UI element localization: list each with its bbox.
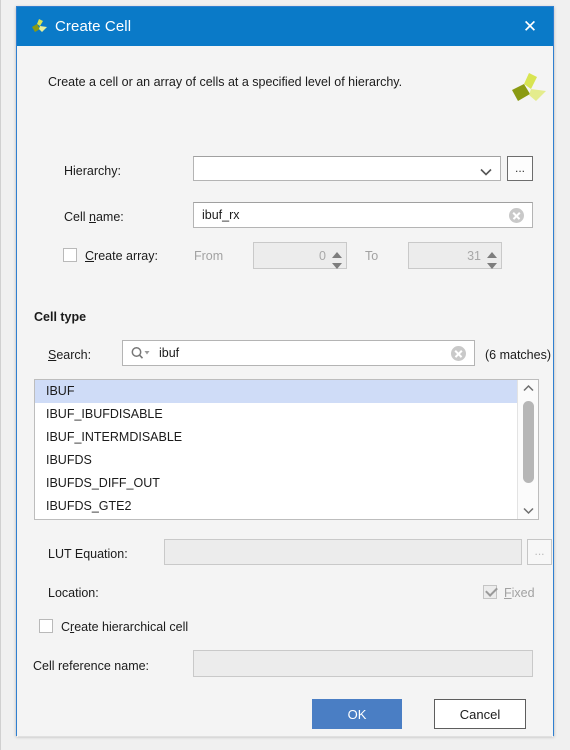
- create-hierarchical-cell-checkbox[interactable]: [39, 619, 53, 633]
- spinner-up-icon[interactable]: [331, 246, 343, 258]
- list-item[interactable]: IBUFDS_GTE2: [35, 495, 517, 518]
- dialog-body: Create a cell or an array of cells at a …: [17, 46, 553, 737]
- vivado-logo-large-icon: [508, 70, 548, 110]
- list-item[interactable]: IBUFDS: [35, 449, 517, 472]
- array-from-spinner[interactable]: 0: [253, 242, 347, 269]
- array-to-spinner[interactable]: 31: [408, 242, 502, 269]
- create-array-label-mnemonic: C: [85, 249, 95, 263]
- create-hierarchical-cell-label: Create hierarchical cell: [61, 620, 188, 634]
- search-label: Search:: [48, 348, 91, 362]
- clear-circle-icon[interactable]: [509, 208, 524, 223]
- cell-name-label-mnemonic: n: [89, 210, 96, 224]
- create-array-checkbox[interactable]: [63, 248, 77, 262]
- chevron-down-icon[interactable]: [518, 502, 538, 519]
- create-cell-dialog: Create Cell ✕ Create a cell or an array …: [16, 6, 554, 737]
- hierarchy-browse-label: ...: [514, 160, 525, 175]
- spinner-down-icon[interactable]: [486, 257, 498, 269]
- cell-type-list-items: IBUF IBUF_IBUFDISABLE IBUF_INTERMDISABLE…: [35, 380, 517, 519]
- array-to-spinner-arrows[interactable]: [486, 246, 498, 269]
- cell-type-search-input[interactable]: ibuf: [122, 340, 475, 366]
- create-array-label-post: reate array:: [94, 249, 158, 263]
- create-array-label: Create array:: [85, 249, 158, 263]
- hierarchical-label-post: eate hierarchical cell: [74, 620, 189, 634]
- cell-name-label: Cell name:: [64, 210, 124, 224]
- cancel-button[interactable]: Cancel: [434, 699, 526, 729]
- background-window-edge: [0, 0, 1, 750]
- hierarchy-browse-button[interactable]: ...: [507, 156, 533, 181]
- list-item[interactable]: IBUF_INTERMDISABLE: [35, 426, 517, 449]
- cell-type-list-scrollbar[interactable]: [517, 380, 538, 519]
- chevron-up-icon[interactable]: [518, 380, 538, 397]
- lut-equation-label: LUT Equation:: [48, 547, 128, 561]
- array-from-label: From: [194, 249, 224, 263]
- dialog-titlebar: Create Cell ✕: [17, 7, 553, 46]
- lut-equation-browse-button[interactable]: ...: [527, 539, 552, 565]
- list-item[interactable]: IBUF_IBUFDISABLE: [35, 403, 517, 426]
- array-from-value: 0: [319, 248, 326, 263]
- hierarchy-combobox[interactable]: [193, 156, 501, 181]
- scrollbar-thumb[interactable]: [523, 401, 534, 483]
- search-dropdown-icon[interactable]: [130, 346, 152, 360]
- cell-name-value: ibuf_rx: [202, 208, 240, 222]
- list-item[interactable]: IBUFDS_DIFF_OUT: [35, 472, 517, 495]
- lut-equation-input[interactable]: [164, 539, 522, 565]
- clear-circle-icon[interactable]: [451, 346, 466, 361]
- cell-type-section-title: Cell type: [34, 310, 87, 324]
- dialog-title: Create Cell: [55, 18, 132, 35]
- fixed-label-mnemonic: F: [504, 586, 512, 600]
- ok-button[interactable]: OK: [312, 699, 402, 729]
- spinner-up-icon[interactable]: [486, 246, 498, 258]
- spinner-down-icon[interactable]: [331, 257, 343, 269]
- close-icon[interactable]: ✕: [517, 15, 543, 39]
- fixed-label-post: ixed: [511, 586, 535, 600]
- array-to-label: To: [365, 249, 379, 263]
- hierarchy-label: Hierarchy:: [64, 164, 121, 178]
- footer-divider: [18, 736, 552, 737]
- cell-reference-name-label: Cell reference name:: [33, 659, 150, 673]
- search-matches-count: (6 matches): [485, 348, 551, 362]
- cell-reference-name-input[interactable]: [193, 650, 533, 677]
- array-to-value: 31: [467, 248, 481, 263]
- array-from-spinner-arrows[interactable]: [331, 246, 343, 269]
- cell-type-search-value: ibuf: [159, 346, 180, 360]
- checkmark-icon: [485, 584, 498, 597]
- fixed-label: Fixed: [504, 586, 535, 600]
- list-item[interactable]: IBUF: [35, 380, 517, 403]
- chevron-down-icon: [480, 165, 492, 176]
- cell-name-input[interactable]: ibuf_rx: [193, 202, 533, 228]
- screen: Create Cell ✕ Create a cell or an array …: [0, 0, 570, 750]
- search-label-post: earch:: [56, 348, 92, 362]
- cell-type-listbox[interactable]: IBUF IBUF_IBUFDISABLE IBUF_INTERMDISABLE…: [34, 379, 539, 520]
- dialog-description: Create a cell or an array of cells at a …: [48, 75, 403, 89]
- vivado-logo-icon: [29, 17, 49, 37]
- hierarchical-label-pre: C: [61, 620, 71, 634]
- cell-name-label-post: ame:: [95, 210, 124, 224]
- cell-name-label-pre: Cell: [64, 210, 90, 224]
- fixed-checkbox[interactable]: [483, 584, 498, 599]
- location-label: Location:: [48, 586, 99, 600]
- lut-equation-browse-label: ...: [534, 544, 545, 559]
